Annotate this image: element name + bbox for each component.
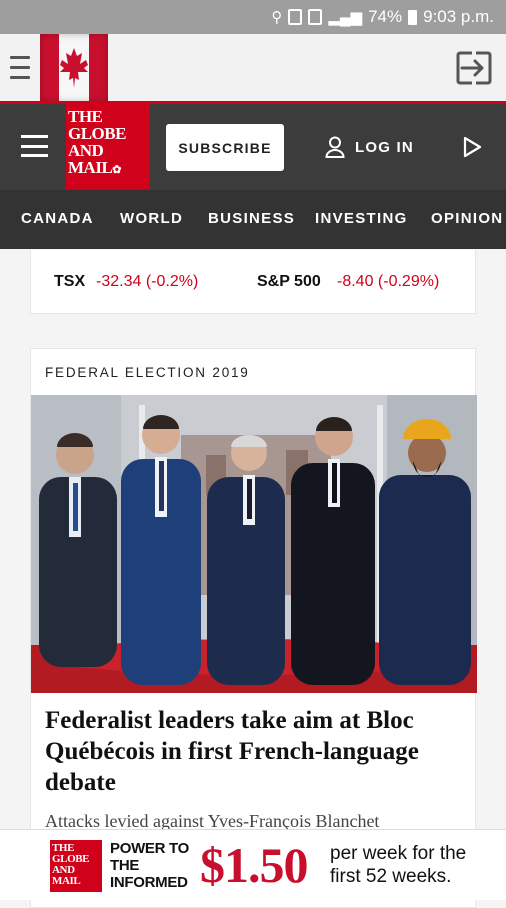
exit-icon[interactable] bbox=[454, 48, 494, 88]
ad-price: $1.50 bbox=[200, 837, 308, 893]
menu-icon[interactable] bbox=[10, 56, 30, 80]
notification-icon bbox=[288, 9, 303, 25]
market-name-sp500[interactable]: S&P 500 bbox=[257, 273, 321, 291]
market-change-tsx: -32.34 (-0.2%) bbox=[96, 273, 199, 290]
nav-item-business[interactable]: BUSINESS bbox=[208, 210, 295, 227]
alarm-icon: ⚲ bbox=[271, 9, 283, 26]
login-button[interactable]: LOG IN bbox=[325, 132, 414, 162]
nav-item-investing[interactable]: INVESTING bbox=[315, 210, 408, 227]
browser-app-bar bbox=[0, 34, 506, 102]
market-ticker: TSX -32.34 (-0.2%) S&P 500 -8.40 (-0.29%… bbox=[30, 250, 476, 314]
globe-and-mail-logo[interactable]: THE GLOBE AND MAIL✿ bbox=[66, 104, 150, 190]
story-photo[interactable] bbox=[31, 395, 477, 693]
canadian-flag-icon[interactable] bbox=[40, 34, 108, 102]
ad-logo: THE GLOBE AND MAIL bbox=[50, 840, 102, 892]
ad-terms: per week for the first 52 weeks. bbox=[330, 843, 467, 887]
nav-item-world[interactable]: WORLD bbox=[120, 210, 183, 227]
clock: 9:03 p.m. bbox=[423, 7, 494, 26]
status-bar: ⚲ ▂▄▆ 74% 9:03 p.m. bbox=[0, 0, 506, 34]
battery-icon bbox=[408, 9, 418, 25]
section-nav: CANADA WORLD BUSINESS INVESTING OPINION bbox=[0, 190, 506, 249]
story-card[interactable]: FEDERAL ELECTION 2019 Federalist leaders… bbox=[30, 348, 477, 908]
subscribe-button[interactable]: SUBSCRIBE bbox=[166, 124, 284, 171]
login-label: LOG IN bbox=[355, 138, 414, 156]
nav-item-opinion[interactable]: OPINION bbox=[431, 210, 503, 227]
story-kicker[interactable]: FEDERAL ELECTION 2019 bbox=[45, 365, 250, 380]
story-headline[interactable]: Federalist leaders take aim at Bloc Québ… bbox=[45, 705, 465, 798]
user-icon bbox=[325, 136, 345, 158]
signal-icon: ▂▄▆ bbox=[328, 9, 363, 26]
site-header: THE GLOBE AND MAIL✿ SUBSCRIBE LOG IN bbox=[0, 104, 506, 190]
subscription-ad[interactable]: THE GLOBE AND MAIL POWER TO THE INFORMED… bbox=[0, 829, 506, 900]
play-icon[interactable] bbox=[460, 135, 484, 159]
ad-tagline: POWER TO THE INFORMED bbox=[110, 840, 189, 891]
nfc-icon bbox=[308, 9, 323, 25]
nav-item-canada[interactable]: CANADA bbox=[21, 210, 94, 227]
market-change-sp500: -8.40 (-0.29%) bbox=[337, 273, 440, 290]
market-name-tsx[interactable]: TSX bbox=[54, 273, 85, 291]
hamburger-menu-icon[interactable] bbox=[21, 135, 48, 157]
battery-percent: 74% bbox=[368, 7, 403, 26]
